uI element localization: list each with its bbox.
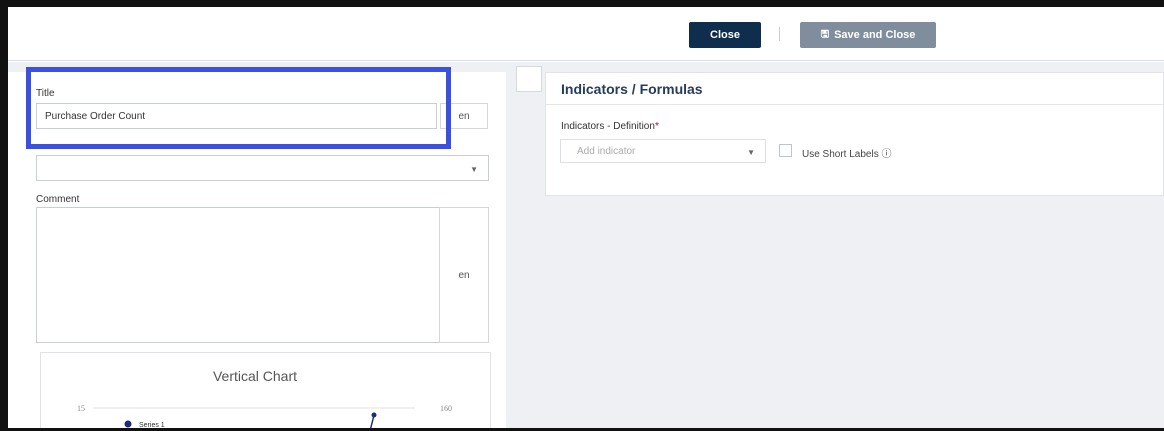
title-field-highlight bbox=[26, 67, 451, 149]
chevron-down-icon: ▼ bbox=[747, 148, 755, 157]
add-indicator-select[interactable]: Add indicator ▼ bbox=[560, 139, 766, 163]
short-labels-label: Use Short Labels ⓘ bbox=[802, 145, 892, 160]
window-frame-top bbox=[0, 0, 1164, 7]
indicators-definition-label: Indicators - Definition* bbox=[561, 121, 659, 132]
type-select[interactable]: ▼ bbox=[36, 155, 489, 181]
comment-language-badge[interactable]: en bbox=[439, 207, 489, 343]
chart-preview-svg: Vertical Chart 15 160 Series 1 bbox=[77, 368, 452, 431]
chart-preview-card: Vertical Chart 15 160 Series 1 bbox=[40, 352, 491, 431]
chart-title: Vertical Chart bbox=[213, 368, 297, 384]
top-toolbar: Close 🖫 Save and Close bbox=[8, 7, 1164, 61]
short-labels-checkbox[interactable] bbox=[779, 144, 792, 157]
panel-toggle-button[interactable] bbox=[516, 66, 542, 92]
window-frame-left bbox=[0, 0, 8, 431]
indicators-panel-title: Indicators / Formulas bbox=[561, 81, 703, 97]
toolbar-separator bbox=[779, 27, 780, 41]
comment-textarea[interactable] bbox=[36, 207, 440, 343]
short-labels-text: Use Short Labels bbox=[802, 149, 879, 160]
left-axis-tick: 15 bbox=[77, 404, 85, 413]
panel-divider bbox=[546, 104, 1163, 105]
right-axis-tick: 160 bbox=[440, 404, 452, 413]
indicators-panel: Indicators / Formulas Indicators - Defin… bbox=[545, 72, 1164, 196]
save-and-close-label: Save and Close bbox=[834, 29, 916, 41]
add-indicator-placeholder: Add indicator bbox=[577, 146, 636, 157]
close-button[interactable]: Close bbox=[689, 22, 761, 48]
required-marker: * bbox=[654, 121, 659, 132]
comment-label: Comment bbox=[36, 194, 80, 205]
save-icon: 🖫 bbox=[820, 28, 830, 40]
indicators-definition-text: Indicators - Definition bbox=[561, 121, 655, 132]
legend-marker bbox=[124, 420, 132, 428]
save-and-close-button[interactable]: 🖫 Save and Close bbox=[800, 22, 936, 48]
chevron-down-icon: ▼ bbox=[470, 165, 478, 174]
info-icon[interactable]: ⓘ bbox=[882, 149, 892, 160]
